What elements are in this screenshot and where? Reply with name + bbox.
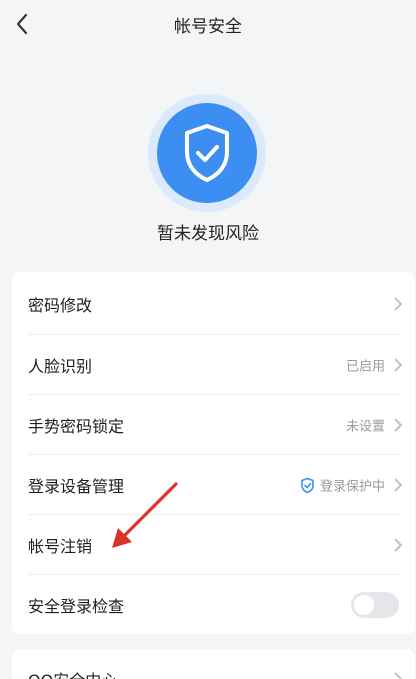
row-label: QQ安全中心 [28, 667, 117, 679]
row-qq-security-center[interactable]: QQ安全中心 [12, 649, 415, 679]
row-gesture-lock[interactable]: 手势密码锁定 未设置 [12, 395, 415, 455]
row-password-change[interactable]: 密码修改 [12, 274, 415, 334]
row-label: 帐号注销 [28, 537, 93, 556]
row-account-deletion[interactable]: 帐号注销 [12, 515, 415, 575]
more-card: QQ安全中心 [12, 649, 415, 679]
row-label: 密码修改 [28, 296, 93, 315]
row-status: 登录保护中 [300, 476, 385, 495]
row-face-recognition[interactable]: 人脸识别 已启用 [12, 335, 415, 395]
row-label: 登录设备管理 [28, 477, 125, 496]
row-device-management[interactable]: 登录设备管理 登录保护中 [12, 455, 415, 515]
secure-login-toggle[interactable] [351, 592, 399, 618]
toggle-knob [354, 595, 374, 615]
row-label: 人脸识别 [28, 357, 93, 376]
row-secure-login-check: 安全登录检查 [12, 575, 415, 635]
risk-status-text: 暂未发现风险 [157, 224, 259, 244]
chevron-right-icon [394, 297, 403, 311]
row-value: 未设置 [345, 419, 385, 435]
chevron-right-icon [394, 358, 403, 372]
page-title: 帐号安全 [174, 17, 242, 37]
header: 帐号安全 [0, 0, 416, 50]
chevron-right-icon [394, 538, 403, 552]
chevron-right-icon [394, 672, 403, 679]
security-status-badge [148, 94, 266, 212]
row-value: 已启用 [345, 359, 385, 375]
shield-check-small-icon [301, 477, 314, 493]
row-value: 登录保护中 [319, 479, 385, 495]
shield-check-icon [185, 124, 229, 182]
row-label: 手势密码锁定 [28, 417, 125, 436]
chevron-right-icon [394, 418, 403, 432]
chevron-right-icon [394, 478, 403, 492]
row-label: 安全登录检查 [28, 597, 125, 616]
account-security-page: 帐号安全 暂未发现风险 密码修改 人脸识别 已启用 手势密码锁定 未设置 登录设… [0, 0, 416, 679]
settings-card: 密码修改 人脸识别 已启用 手势密码锁定 未设置 登录设备管理 登录保护中 帐号… [12, 272, 415, 634]
